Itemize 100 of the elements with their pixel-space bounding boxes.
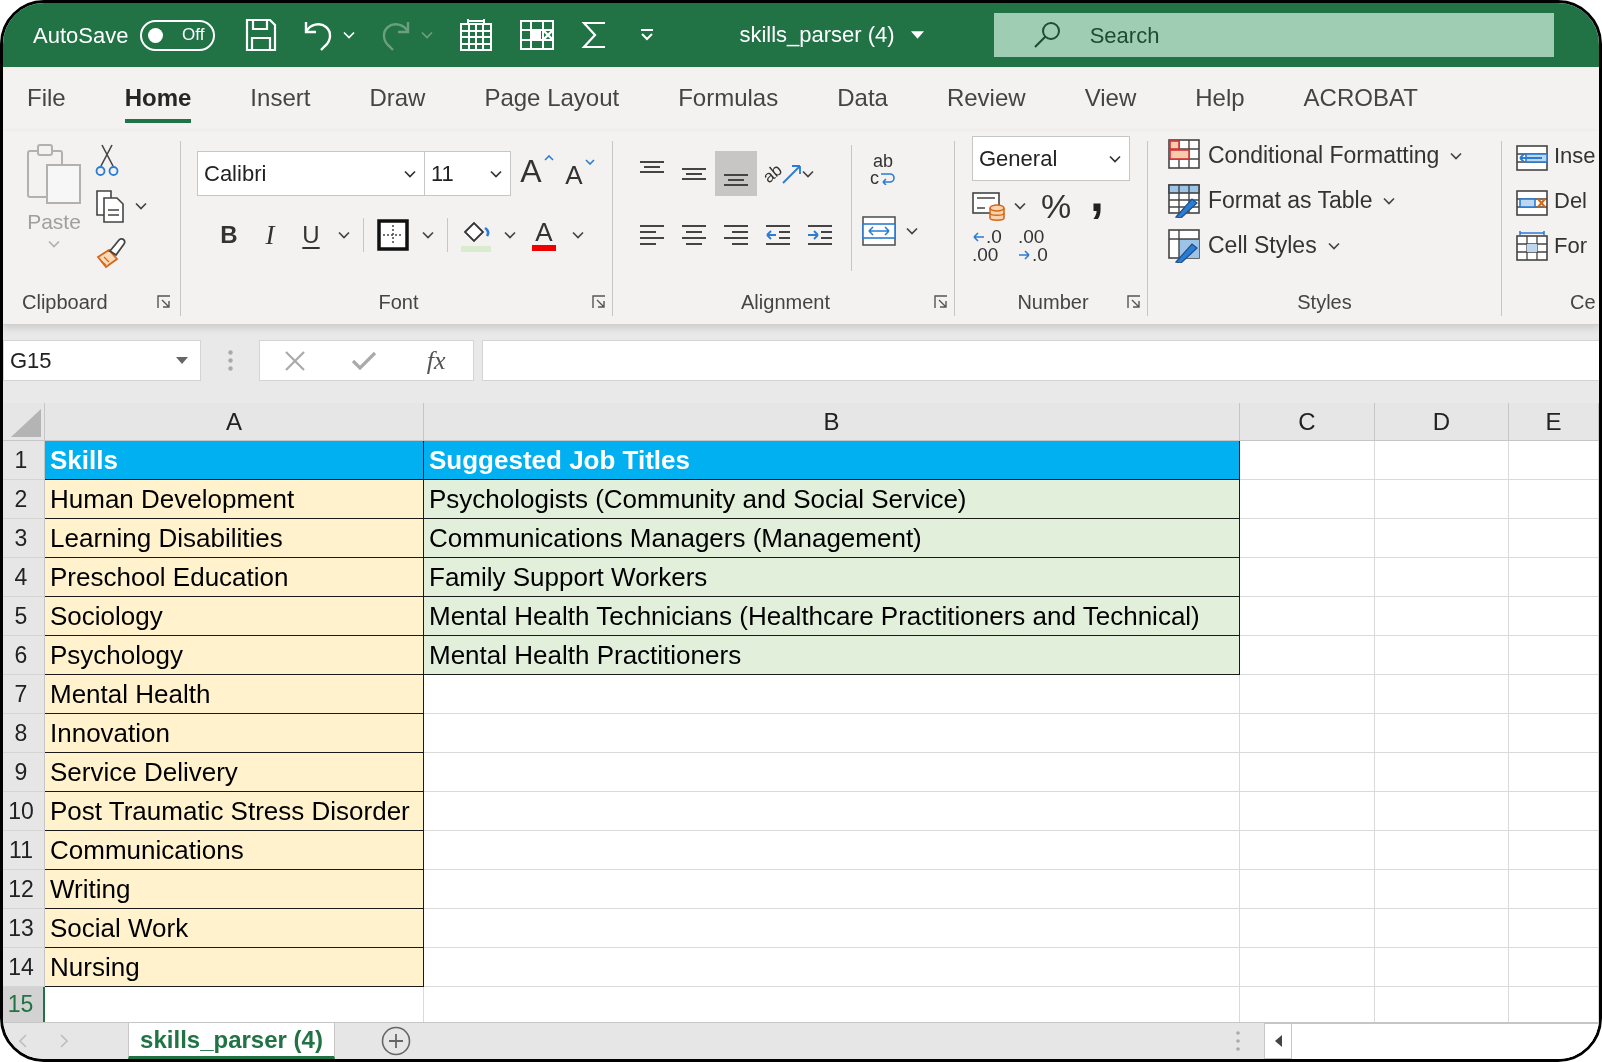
undo-button[interactable] — [303, 19, 356, 51]
increase-indent-icon — [807, 224, 833, 246]
caret-icon[interactable] — [338, 231, 350, 239]
cell-styles-button[interactable]: Cell Styles — [1168, 223, 1501, 268]
caret-icon[interactable] — [906, 227, 918, 235]
row-header[interactable]: 14 — [3, 948, 45, 987]
horizontal-scrollbar[interactable] — [1292, 1023, 1599, 1059]
delete-cells-button[interactable]: Del — [1516, 178, 1599, 223]
caret-icon[interactable] — [801, 169, 814, 178]
ribbon-tab[interactable]: Draw — [369, 83, 426, 123]
format-cells-button[interactable]: For — [1516, 223, 1599, 268]
font-name-field[interactable]: Calibri — [197, 151, 425, 196]
comma-style-button[interactable]: , — [1086, 187, 1108, 225]
ribbon-tab[interactable]: Insert — [250, 83, 311, 123]
caret-icon[interactable] — [422, 231, 434, 239]
row-header[interactable]: 10 — [3, 792, 45, 831]
toggle-knob-icon — [148, 27, 164, 43]
caret-icon[interactable] — [572, 231, 584, 239]
insert-function-button[interactable]: fx — [421, 342, 452, 379]
ribbon-tab[interactable]: File — [27, 83, 66, 123]
copy-button[interactable] — [95, 187, 147, 225]
caret-icon[interactable] — [1014, 202, 1026, 210]
caret-icon — [421, 31, 434, 39]
percent-style-button[interactable]: % — [1040, 187, 1072, 225]
table-icon — [459, 18, 494, 52]
table-cell: Learning Disabilities — [45, 519, 424, 558]
caret-icon[interactable] — [504, 231, 516, 239]
row-header[interactable]: 3 — [3, 519, 45, 558]
italic-button[interactable]: I — [256, 216, 284, 254]
sheet-tab[interactable]: skills_parser (4) — [128, 1023, 335, 1059]
dialog-launcher-icon[interactable] — [934, 295, 948, 309]
return-arrow-icon — [880, 171, 896, 185]
insert-cells-button[interactable]: Inse — [1516, 133, 1599, 178]
increase-decimal-button[interactable]: .0 .00 — [972, 225, 1008, 267]
row-header[interactable]: 4 — [3, 558, 45, 597]
bold-button[interactable]: B — [215, 216, 243, 254]
autosum-button[interactable] — [581, 20, 608, 50]
column-header[interactable]: C — [1240, 403, 1375, 441]
ribbon-tab[interactable]: Data — [837, 83, 888, 123]
table-cell: Suggested Job Titles — [424, 441, 1240, 480]
font-size-field[interactable]: 11 — [425, 151, 511, 196]
column-header[interactable]: A — [45, 403, 424, 441]
row-header[interactable]: 8 — [3, 714, 45, 753]
ribbon-tab[interactable]: Page Layout — [484, 83, 620, 123]
font-color-button[interactable]: A — [529, 216, 559, 254]
autosave-toggle[interactable]: Off — [140, 19, 216, 51]
customize-icon — [639, 28, 656, 42]
align-top-icon — [639, 161, 665, 173]
ribbon-tab[interactable]: View — [1084, 83, 1137, 123]
table-cell: Family Support Workers — [424, 558, 1240, 597]
dialog-launcher-icon[interactable] — [157, 295, 171, 309]
ribbon-tab[interactable]: Home — [124, 83, 192, 123]
name-box[interactable]: G15 — [3, 340, 201, 381]
format-as-table-button[interactable]: Format as Table — [1168, 178, 1501, 223]
column-header[interactable]: B — [424, 403, 1240, 441]
merge-center-button[interactable] — [862, 216, 896, 246]
shrink-font-button[interactable]: A — [563, 151, 597, 196]
close-icon — [283, 349, 306, 372]
row-header[interactable]: 11 — [3, 831, 45, 870]
table-cell: Innovation — [45, 714, 424, 753]
row-header[interactable]: 7 — [3, 675, 45, 714]
search-input[interactable]: Search — [1089, 18, 1210, 52]
column-header[interactable]: D — [1375, 403, 1509, 441]
table-cell: Sociology — [45, 597, 424, 636]
caret-icon — [1383, 196, 1396, 205]
accounting-format-button[interactable] — [972, 190, 1006, 222]
number-format-field[interactable]: General — [972, 136, 1130, 181]
row-header[interactable]: 12 — [3, 870, 45, 909]
delete-cells-button[interactable] — [519, 19, 556, 51]
row-header[interactable]: 9 — [3, 753, 45, 792]
ribbon-tab[interactable]: Formulas — [678, 83, 779, 123]
column-header[interactable]: E — [1509, 403, 1599, 441]
decrease-decimal-button[interactable]: .00 .0 — [1018, 225, 1054, 267]
wrap-text-button[interactable]: ab c — [862, 147, 904, 192]
save-button[interactable] — [245, 18, 278, 52]
conditional-formatting-button[interactable]: Conditional Formatting — [1168, 133, 1501, 178]
ribbon-tab[interactable]: Help — [1195, 83, 1245, 123]
formula-input[interactable] — [482, 340, 1599, 381]
scroll-left-button[interactable] — [1264, 1023, 1292, 1059]
row-header[interactable]: 13 — [3, 909, 45, 948]
customize-button[interactable] — [639, 28, 656, 42]
underline-button[interactable]: U — [297, 216, 325, 254]
table-button[interactable] — [459, 18, 494, 52]
add-sheet-icon[interactable] — [381, 1026, 411, 1056]
borders-button[interactable] — [377, 219, 409, 251]
document-title-button[interactable]: skills_parser (4) — [739, 24, 924, 46]
table-brush-icon — [1168, 183, 1201, 218]
group-label: Number — [1016, 290, 1090, 315]
dialog-launcher-icon[interactable] — [592, 295, 606, 309]
grow-font-button[interactable]: A — [519, 151, 555, 196]
row-header[interactable]: 1 — [3, 441, 45, 480]
row-header[interactable]: 15 — [3, 987, 45, 1022]
ribbon-tab[interactable]: ACROBAT — [1303, 83, 1418, 123]
row-header[interactable]: 5 — [3, 597, 45, 636]
orientation-button[interactable]: ab — [763, 151, 802, 196]
bottom-align-button[interactable] — [715, 151, 757, 196]
dialog-launcher-icon[interactable] — [1127, 295, 1141, 309]
row-header[interactable]: 6 — [3, 636, 45, 675]
ribbon-tab[interactable]: Review — [946, 83, 1026, 123]
row-header[interactable]: 2 — [3, 480, 45, 519]
